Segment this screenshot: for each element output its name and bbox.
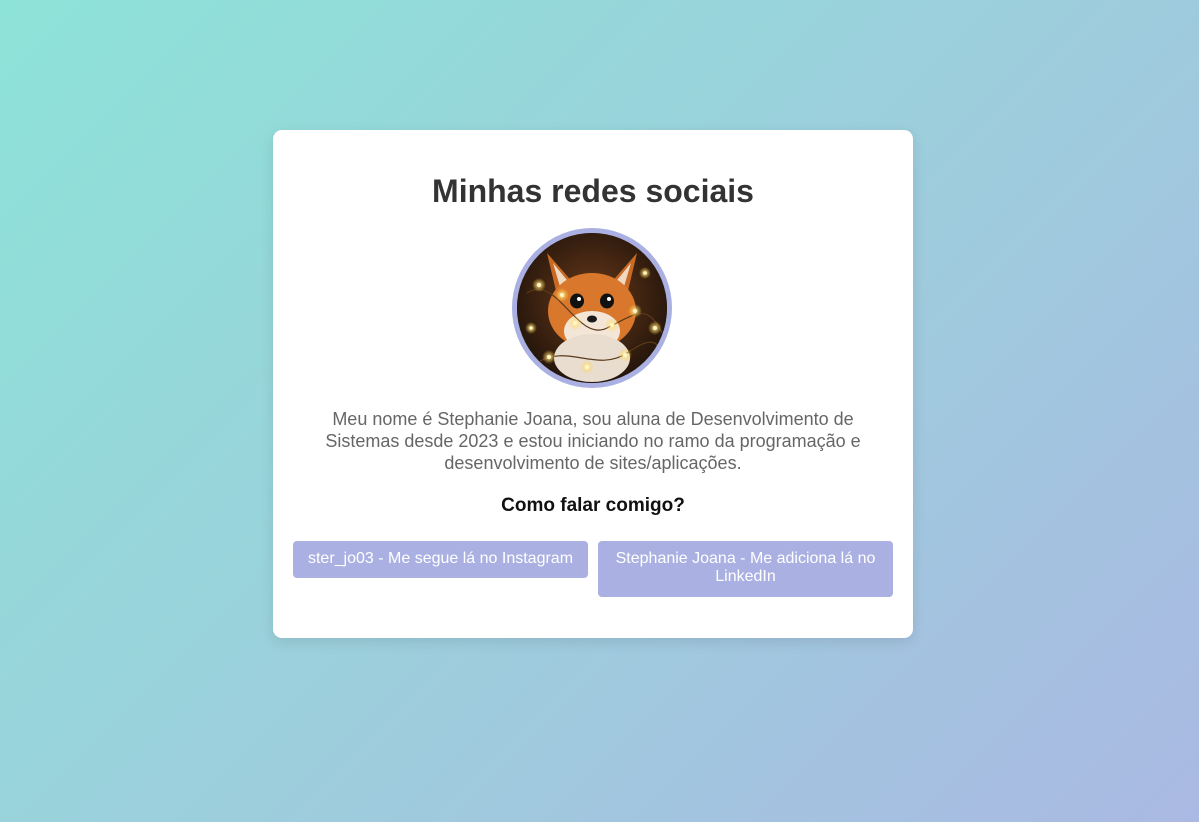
avatar (512, 228, 672, 388)
linkedin-link-button[interactable]: Stephanie Joana - Me adiciona lá no Link… (598, 541, 893, 597)
contact-heading: Como falar comigo? (501, 495, 685, 516)
profile-card: Minhas redes sociais Meu nome é Stephani… (273, 130, 913, 638)
page-title: Minhas redes sociais (432, 173, 754, 209)
bio-text: Meu nome é Stephanie Joana, sou aluna de… (325, 409, 861, 473)
fox-avatar-icon (517, 233, 667, 383)
instagram-link-button[interactable]: ster_jo03 - Me segue lá no Instagram (293, 541, 588, 578)
